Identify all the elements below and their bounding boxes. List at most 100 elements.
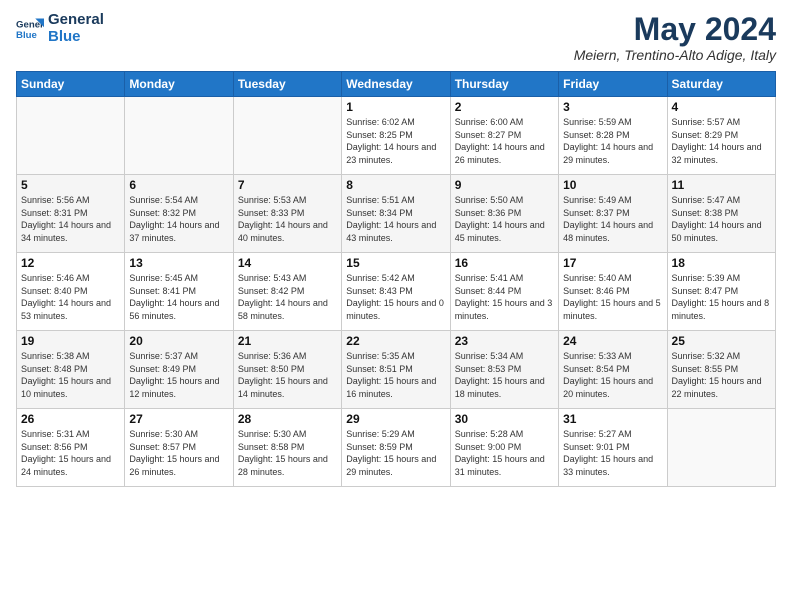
calendar-cell: 18Sunrise: 5:39 AMSunset: 8:47 PMDayligh… <box>667 253 775 331</box>
day-info: Sunrise: 5:35 AMSunset: 8:51 PMDaylight:… <box>346 350 445 400</box>
day-info: Sunrise: 5:27 AMSunset: 9:01 PMDaylight:… <box>563 428 662 478</box>
calendar-cell: 8 Sunrise: 5:51 AMSunset: 8:34 PMDaylight… <box>342 175 450 253</box>
calendar-cell: 12 Sunrise: 5:46 AMSunset: 8:40 PMDayligh… <box>17 253 125 331</box>
day-info: Sunrise: 5:40 AMSunset: 8:46 PMDaylight:… <box>563 272 662 322</box>
calendar-cell: 14 Sunrise: 5:43 AMSunset: 8:42 PMDayligh… <box>233 253 341 331</box>
day-info: Sunrise: 5:50 AMSunset: 8:36 PMDaylight:… <box>455 194 554 244</box>
day-info: Sunrise: 5:37 AMSunset: 8:49 PMDaylight:… <box>129 350 228 400</box>
header: General Blue General Blue May 2024 Meier… <box>16 12 776 63</box>
calendar-cell <box>17 97 125 175</box>
calendar-cell: 6Sunrise: 5:54 AMSunset: 8:32 PMDaylight… <box>125 175 233 253</box>
day-number: 30 <box>455 412 554 426</box>
calendar-cell: 10 Sunrise: 5:49 AMSunset: 8:37 PMDayligh… <box>559 175 667 253</box>
calendar-cell: 21Sunrise: 5:36 AMSunset: 8:50 PMDayligh… <box>233 331 341 409</box>
svg-text:Blue: Blue <box>16 29 37 40</box>
day-info: Sunrise: 5:38 AMSunset: 8:48 PMDaylight:… <box>21 350 120 400</box>
day-number: 27 <box>129 412 228 426</box>
calendar-week-row: 26 Sunrise: 5:31 AMSunset: 8:56 PMDayligh… <box>17 409 776 487</box>
day-header: Wednesday <box>342 72 450 97</box>
day-number: 20 <box>129 334 228 348</box>
logo-text-line2: Blue <box>48 29 104 46</box>
calendar-week-row: 12 Sunrise: 5:46 AMSunset: 8:40 PMDayligh… <box>17 253 776 331</box>
calendar-cell: 15 Sunrise: 5:42 AMSunset: 8:43 PMDayligh… <box>342 253 450 331</box>
day-info: Sunrise: 5:45 AMSunset: 8:41 PMDaylight:… <box>129 272 228 322</box>
calendar-cell: 1 Sunrise: 6:02 AMSunset: 8:25 PMDaylight… <box>342 97 450 175</box>
day-number: 12 <box>21 256 120 270</box>
day-info: Sunrise: 5:59 AMSunset: 8:28 PMDaylight:… <box>563 116 662 166</box>
day-info: Sunrise: 5:53 AMSunset: 8:33 PMDaylight:… <box>238 194 337 244</box>
day-number: 24 <box>563 334 662 348</box>
day-info: Sunrise: 5:49 AMSunset: 8:37 PMDaylight:… <box>563 194 662 244</box>
calendar-cell: 30Sunrise: 5:28 AMSunset: 9:00 PMDayligh… <box>450 409 558 487</box>
day-header: Friday <box>559 72 667 97</box>
calendar-cell: 24 Sunrise: 5:33 AMSunset: 8:54 PMDayligh… <box>559 331 667 409</box>
calendar-cell <box>667 409 775 487</box>
day-number: 11 <box>672 178 771 192</box>
calendar-cell: 3 Sunrise: 5:59 AMSunset: 8:28 PMDaylight… <box>559 97 667 175</box>
day-header: Sunday <box>17 72 125 97</box>
day-info: Sunrise: 5:56 AMSunset: 8:31 PMDaylight:… <box>21 194 120 244</box>
day-number: 10 <box>563 178 662 192</box>
calendar-cell: 2 Sunrise: 6:00 AMSunset: 8:27 PMDaylight… <box>450 97 558 175</box>
calendar-cell: 16 Sunrise: 5:41 AMSunset: 8:44 PMDayligh… <box>450 253 558 331</box>
calendar-cell <box>233 97 341 175</box>
day-info: Sunrise: 5:51 AMSunset: 8:34 PMDaylight:… <box>346 194 445 244</box>
day-info: Sunrise: 5:29 AMSunset: 8:59 PMDaylight:… <box>346 428 445 478</box>
calendar-cell: 28 Sunrise: 5:30 AMSunset: 8:58 PMDayligh… <box>233 409 341 487</box>
day-info: Sunrise: 5:54 AMSunset: 8:32 PMDaylight:… <box>129 194 228 244</box>
day-info: Sunrise: 5:42 AMSunset: 8:43 PMDaylight:… <box>346 272 445 322</box>
calendar-cell <box>125 97 233 175</box>
calendar-week-row: 1 Sunrise: 6:02 AMSunset: 8:25 PMDaylight… <box>17 97 776 175</box>
day-header: Tuesday <box>233 72 341 97</box>
calendar-week-row: 19 Sunrise: 5:38 AMSunset: 8:48 PMDayligh… <box>17 331 776 409</box>
logo-icon: General Blue <box>16 15 44 43</box>
day-number: 4 <box>672 100 771 114</box>
title-block: May 2024 Meiern, Trentino-Alto Adige, It… <box>574 12 776 63</box>
day-number: 14 <box>238 256 337 270</box>
location-title: Meiern, Trentino-Alto Adige, Italy <box>574 47 776 63</box>
day-number: 23 <box>455 334 554 348</box>
logo: General Blue General Blue <box>16 12 104 45</box>
day-info: Sunrise: 5:46 AMSunset: 8:40 PMDaylight:… <box>21 272 120 322</box>
calendar-week-row: 5Sunrise: 5:56 AMSunset: 8:31 PMDaylight… <box>17 175 776 253</box>
calendar-cell: 23 Sunrise: 5:34 AMSunset: 8:53 PMDayligh… <box>450 331 558 409</box>
day-number: 26 <box>21 412 120 426</box>
calendar-cell: 25Sunrise: 5:32 AMSunset: 8:55 PMDayligh… <box>667 331 775 409</box>
day-info: Sunrise: 5:30 AMSunset: 8:58 PMDaylight:… <box>238 428 337 478</box>
day-info: Sunrise: 6:00 AMSunset: 8:27 PMDaylight:… <box>455 116 554 166</box>
day-number: 15 <box>346 256 445 270</box>
calendar-cell: 22 Sunrise: 5:35 AMSunset: 8:51 PMDayligh… <box>342 331 450 409</box>
day-info: Sunrise: 5:33 AMSunset: 8:54 PMDaylight:… <box>563 350 662 400</box>
calendar-cell: 4 Sunrise: 5:57 AMSunset: 8:29 PMDaylight… <box>667 97 775 175</box>
day-info: Sunrise: 5:30 AMSunset: 8:57 PMDaylight:… <box>129 428 228 478</box>
day-number: 8 <box>346 178 445 192</box>
day-info: Sunrise: 5:43 AMSunset: 8:42 PMDaylight:… <box>238 272 337 322</box>
calendar-cell: 31Sunrise: 5:27 AMSunset: 9:01 PMDayligh… <box>559 409 667 487</box>
day-info: Sunrise: 5:47 AMSunset: 8:38 PMDaylight:… <box>672 194 771 244</box>
day-number: 19 <box>21 334 120 348</box>
day-number: 28 <box>238 412 337 426</box>
calendar-cell: 27 Sunrise: 5:30 AMSunset: 8:57 PMDayligh… <box>125 409 233 487</box>
day-number: 29 <box>346 412 445 426</box>
day-info: Sunrise: 5:31 AMSunset: 8:56 PMDaylight:… <box>21 428 120 478</box>
day-number: 22 <box>346 334 445 348</box>
page: General Blue General Blue May 2024 Meier… <box>0 0 792 612</box>
day-info: Sunrise: 5:34 AMSunset: 8:53 PMDaylight:… <box>455 350 554 400</box>
day-info: Sunrise: 6:02 AMSunset: 8:25 PMDaylight:… <box>346 116 445 166</box>
day-header: Thursday <box>450 72 558 97</box>
day-info: Sunrise: 5:36 AMSunset: 8:50 PMDaylight:… <box>238 350 337 400</box>
day-number: 17 <box>563 256 662 270</box>
day-number: 16 <box>455 256 554 270</box>
calendar-cell: 9 Sunrise: 5:50 AMSunset: 8:36 PMDaylight… <box>450 175 558 253</box>
calendar-cell: 17 Sunrise: 5:40 AMSunset: 8:46 PMDayligh… <box>559 253 667 331</box>
day-info: Sunrise: 5:57 AMSunset: 8:29 PMDaylight:… <box>672 116 771 166</box>
day-info: Sunrise: 5:41 AMSunset: 8:44 PMDaylight:… <box>455 272 554 322</box>
day-number: 3 <box>563 100 662 114</box>
day-info: Sunrise: 5:32 AMSunset: 8:55 PMDaylight:… <box>672 350 771 400</box>
calendar-cell: 26 Sunrise: 5:31 AMSunset: 8:56 PMDayligh… <box>17 409 125 487</box>
day-number: 1 <box>346 100 445 114</box>
day-info: Sunrise: 5:39 AMSunset: 8:47 PMDaylight:… <box>672 272 771 322</box>
day-number: 2 <box>455 100 554 114</box>
logo-text-line1: General <box>48 12 104 29</box>
day-number: 9 <box>455 178 554 192</box>
